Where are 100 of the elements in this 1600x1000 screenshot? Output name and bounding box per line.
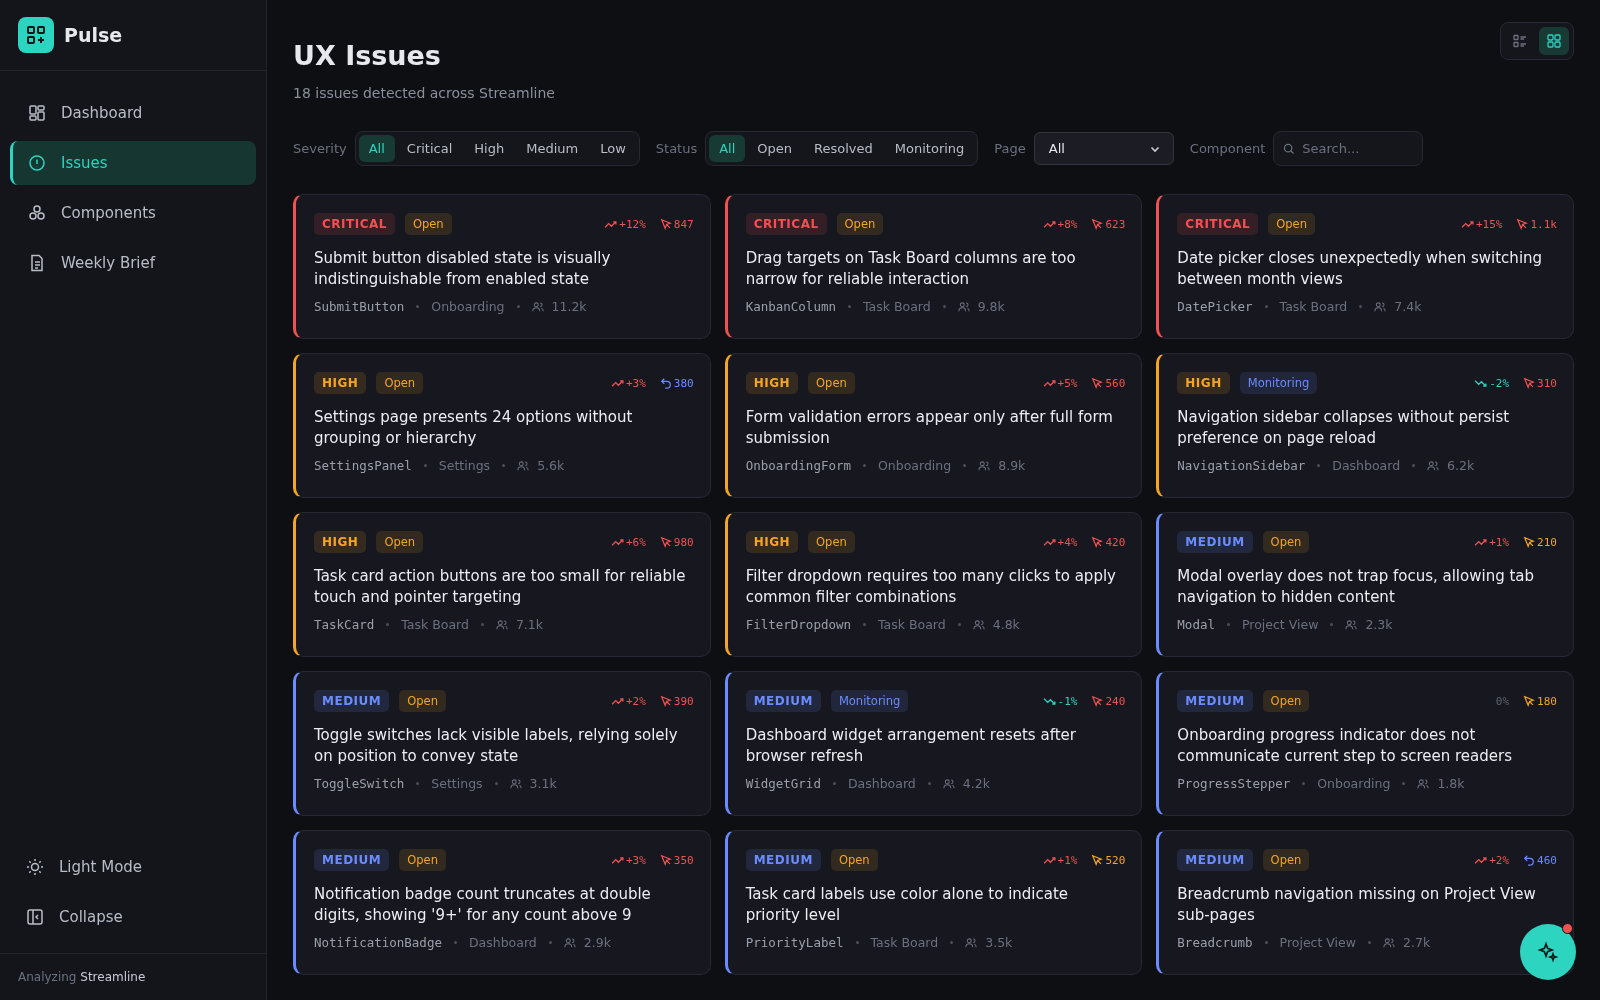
issue-card[interactable]: HIGH Open +4% 420 Filter dropdown requires too many clicks to apply common filter combinations FilterDropdown Task Board 4.8k [724,512,1143,657]
sidebar-item[interactable]: Light Mode [10,849,256,885]
users-icon [978,459,991,472]
filter-option[interactable]: Resolved [804,135,883,162]
trend-percent: +6% [625,535,646,549]
trend-percent: +3% [625,376,646,390]
users-icon [957,300,970,313]
grid-view-button[interactable] [1539,27,1569,55]
component-name: OnboardingForm [745,458,851,473]
issue-card[interactable]: MEDIUM Open +2% 390 Toggle switches lack visible labels, relying solely on position to convey state ToggleSwitch Settings 3.1k [293,671,711,816]
page-name: Onboarding [1317,776,1391,791]
list-icon [1512,33,1528,49]
status-badge: Open [808,531,855,553]
issue-card[interactable]: MEDIUM Open +3% 350 Notification badge count truncates at double digits, showing '9+' for any count above 9 NotificationBadge Dashboard 2.9k [293,830,711,975]
issue-card[interactable]: CRITICAL Open +15% 1.1k Date picker closes unexpectedly when switching between month views DatePicker Task Board 7.4k [1156,194,1574,339]
sidebar-item[interactable]: Dashboard [10,91,256,135]
status-badge: Open [830,849,878,871]
status-badge: Open [404,213,452,235]
issue-title: Onboarding progress indicator does not communicate current step to screen readers [1177,725,1513,767]
sidebar-item[interactable]: Collapse [10,899,256,935]
filter-option[interactable]: Low [590,135,636,162]
issue-card[interactable]: HIGH Open +5% 560 Form validation errors appear only after full form submission OnboardingForm Onboarding 8.9k [724,353,1143,498]
search-field[interactable]: Search... [1273,131,1424,166]
issue-card[interactable]: CRITICAL Open +8% 623 Drag targets on Task Board columns are too narrow for reliable interaction KanbanColumn Task Board 9.8k [724,194,1143,339]
user-count: 6.2k [1447,458,1475,473]
sidebar-item[interactable]: Components [10,191,256,235]
page-name: Dashboard [847,776,916,791]
issue-card[interactable]: MEDIUM Open 0% 180 Onboarding progress indicator does not communicate current step to screen readers ProgressStepper Onboarding 1.8k [1156,671,1574,816]
filter-option[interactable]: All [358,135,395,162]
sun-icon [25,857,45,877]
page-name: Project View [1279,935,1356,950]
issue-card[interactable]: HIGH Open +6% 980 Task card action buttons are too small for reliable touch and pointer targeting TaskCard Task Board 7.1k [293,512,711,657]
component-name: Breadcrumb [1177,935,1253,950]
trend-percent: +4% [1057,535,1078,549]
issue-title: Notification badge count truncates at double digits, showing '9+' for any count above 9 [314,884,652,926]
user-count: 4.8k [992,617,1020,632]
component-name: SettingsPanel [314,458,412,473]
users-icon [1374,300,1387,313]
issue-title: Form validation errors appear only after full form submission [745,407,1114,449]
sidebar-item[interactable]: Weekly Brief [10,241,256,285]
user-count: 3.5k [985,935,1013,950]
search-icon [1283,142,1296,155]
user-count: 9.8k [977,299,1005,314]
page-name: Settings [431,776,483,791]
trend-percent: +3% [625,853,646,867]
filter-option[interactable]: All [709,135,746,162]
component-name: PriorityLabel [745,935,844,950]
sparkle-icon [1536,940,1560,964]
user-count: 1.8k [1437,776,1465,791]
trend-percent: -1% [1057,694,1078,708]
sidebar-item[interactable]: Issues [10,141,256,185]
logo-icon [18,17,54,53]
filter-label: Severity [293,141,347,156]
issue-card[interactable]: HIGH Monitoring -2% 310 Navigation sidebar collapses without persist preference on page reload NavigationSidebar Dashboard 6.2k [1156,353,1574,498]
analyzing-label: Analyzing Streamline [18,970,146,984]
page-select[interactable]: All [1033,132,1174,165]
filter-option[interactable]: High [464,135,515,162]
severity-badge: MEDIUM [314,849,390,871]
status-badge: Open [376,531,424,553]
severity-badge: HIGH [745,531,799,553]
trend-percent: +12% [619,217,646,231]
user-count: 8.9k [998,458,1026,473]
filter-option[interactable]: Open [747,135,803,162]
issue-title: Modal overlay does not trap focus, allowing tab navigation to hidden content [1177,566,1536,608]
users-icon [972,618,985,631]
page-name: Task Board [878,617,946,632]
severity-badge: MEDIUM [1177,690,1253,712]
users-icon [942,777,955,790]
severity-badge: HIGH [314,531,367,553]
signal-count: 310 [1537,376,1557,390]
issue-card[interactable]: MEDIUM Open +1% 210 Modal overlay does not trap focus, allowing tab navigation to hidden content Modal Project View 2.3k [1156,512,1574,657]
status-badge: Open [376,372,424,394]
status-badge: Open [1262,690,1310,712]
signal-count: 560 [1105,376,1126,390]
signal-count: 420 [1105,535,1126,549]
issue-card[interactable]: MEDIUM Open +2% 460 Breadcrumb navigation missing on Project View sub-pages Breadcrumb Project View 2.7k [1156,830,1574,975]
users-icon [1417,777,1430,790]
filter-option[interactable]: Medium [516,135,589,162]
issue-card[interactable]: CRITICAL Open +12% 847 Submit button disabled state is visually indistinguishable from enabled state SubmitButton Onboarding 11.2k [293,194,711,339]
status-badge: Open [1262,849,1310,871]
issue-title: Task card action buttons are too small for reliable touch and pointer targeting [314,566,687,608]
users-icon [509,777,522,790]
filter-option[interactable]: Monitoring [884,135,975,162]
issue-card[interactable]: MEDIUM Monitoring -1% 240 Dashboard widget arrangement resets after browser refresh WidgetGrid Dashboard 4.2k [724,671,1143,816]
status-badge: Open [1262,531,1310,553]
user-count: 4.2k [962,776,990,791]
severity-badge: HIGH [1177,372,1230,394]
issue-title: Toggle switches lack visible labels, relying solely on position to convey state [314,725,679,767]
trend-percent: +1% [1057,853,1078,867]
dashboard-icon [27,103,47,123]
users-icon [563,936,576,949]
trend-percent: 0% [1495,694,1510,708]
issue-card[interactable]: MEDIUM Open +1% 520 Task card labels use color alone to indicate priority level PriorityLabel Task Board 3.5k [724,830,1143,975]
user-count: 7.1k [515,617,544,632]
signal-count: 390 [673,694,694,708]
filter-option[interactable]: Critical [396,135,463,162]
issue-card[interactable]: HIGH Open +3% 380 Settings page presents 24 options without grouping or hierarchy SettingsPanel Settings 5.6k [293,353,711,498]
status-badge: Open [836,213,884,235]
issue-title: Submit button disabled state is visually indistinguishable from enabled state [314,248,612,290]
severity-badge: CRITICAL [1177,213,1259,235]
